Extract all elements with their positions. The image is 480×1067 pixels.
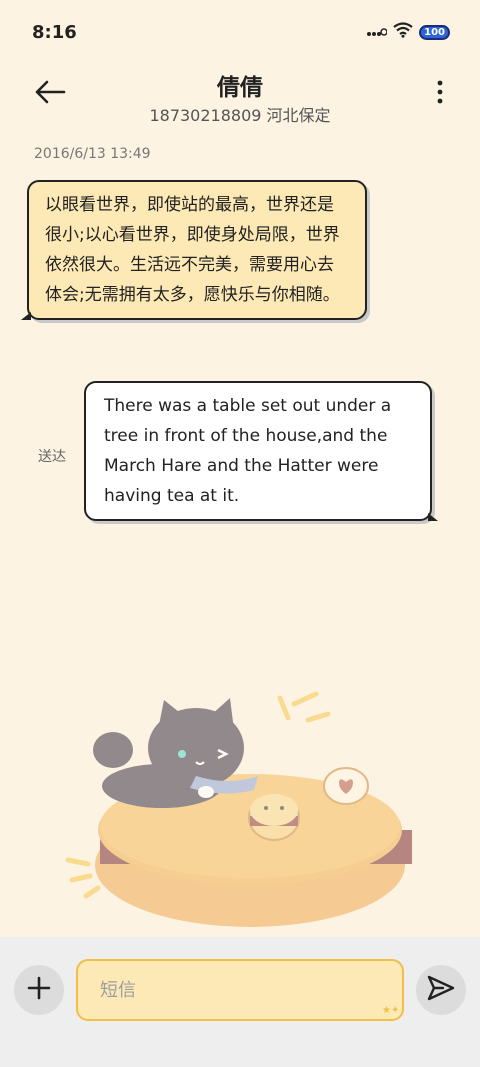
message-timestamp: 2016/6/13 13:49 <box>34 146 151 162</box>
battery-icon: 100 <box>419 24 450 40</box>
plus-icon <box>27 976 51 1004</box>
more-vertical-icon <box>437 80 443 108</box>
signal-icon <box>367 23 388 42</box>
incoming-message-bubble[interactable]: 以眼看世界，即使站的最高，世界还是很小;以心看世界，即使身处局限，世界依然很大。… <box>21 180 367 320</box>
cat-pancake-illustration <box>58 690 438 940</box>
message-input[interactable] <box>76 959 404 1021</box>
star-decoration-icon: ★✦ <box>382 1005 400 1016</box>
send-button[interactable] <box>416 965 466 1015</box>
add-attachment-button[interactable] <box>14 965 64 1015</box>
composer-bar: ★✦ <box>0 937 480 1067</box>
status-time: 8:16 <box>32 22 77 43</box>
status-icons: 100 <box>367 22 450 42</box>
contact-name: 倩倩 <box>217 75 263 101</box>
more-options-button[interactable] <box>430 76 450 112</box>
delivery-status: 送达 <box>38 449 66 465</box>
send-icon <box>427 975 455 1005</box>
outgoing-message-bubble[interactable]: There was a table set out under a tree i… <box>84 381 438 521</box>
wifi-icon <box>393 22 413 42</box>
status-bar: 8:16 100 <box>0 0 480 64</box>
contact-details: 18730218809 河北保定 <box>149 106 331 125</box>
conversation-header: 倩倩 18730218809 河北保定 <box>0 64 480 134</box>
